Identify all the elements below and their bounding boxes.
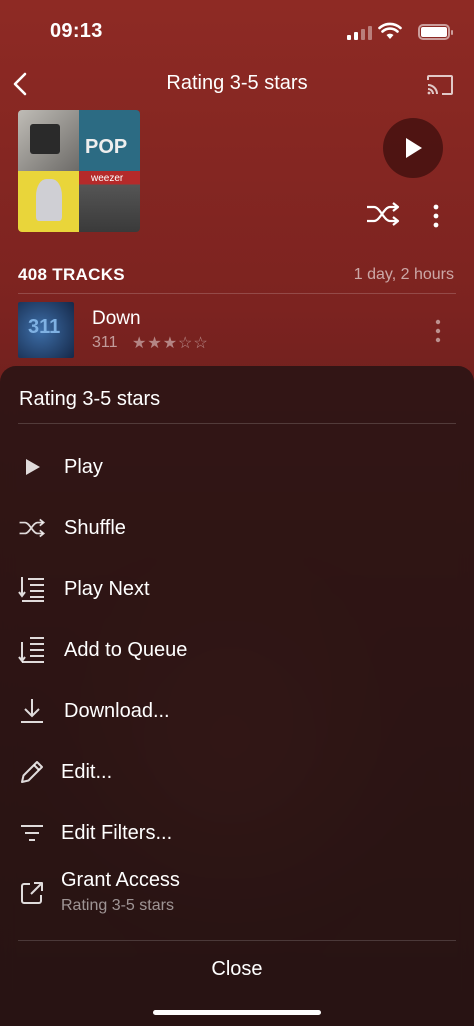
track-title: Down xyxy=(92,308,141,329)
status-bar: 09:13 xyxy=(0,0,474,62)
status-time: 09:13 xyxy=(50,20,103,42)
menu-item-edit-filters[interactable]: Edit Filters... xyxy=(0,808,474,858)
menu-item-label: Grant Access xyxy=(61,869,180,891)
add-to-queue-icon xyxy=(18,636,46,664)
play-icon xyxy=(18,453,46,481)
menu-item-shuffle[interactable]: Shuffle xyxy=(0,503,474,553)
more-options-icon[interactable] xyxy=(432,203,440,229)
page-title: Rating 3-5 stars xyxy=(166,72,308,94)
menu-item-label: Edit Filters... xyxy=(61,821,173,844)
menu-item-label: Play xyxy=(64,455,103,478)
action-sheet: Rating 3-5 stars Play Shuffle Play Next xyxy=(0,366,474,1026)
pencil-icon xyxy=(18,758,46,786)
play-icon xyxy=(406,138,422,158)
track-artist: 311 xyxy=(92,334,118,351)
playlist-duration: 1 day, 2 hours xyxy=(353,266,454,283)
album-cover xyxy=(79,110,140,171)
track-count: 408 TRACKS xyxy=(18,265,125,284)
menu-item-label: Edit... xyxy=(61,760,113,783)
menu-item-add-to-queue[interactable]: Add to Queue xyxy=(0,625,474,675)
wifi-icon xyxy=(378,22,402,39)
menu-item-sublabel: Rating 3-5 stars xyxy=(61,897,174,914)
play-next-icon xyxy=(18,575,46,603)
track-thumbnail xyxy=(18,302,74,358)
menu-item-play[interactable]: Play xyxy=(0,442,474,492)
cast-icon[interactable] xyxy=(426,74,454,96)
cellular-signal-icon xyxy=(347,26,372,40)
playlist-artwork xyxy=(18,110,140,232)
track-rating: ★★★☆☆ xyxy=(132,335,209,352)
divider xyxy=(18,940,456,941)
menu-item-label: Add to Queue xyxy=(64,638,188,661)
filter-icon xyxy=(18,819,46,847)
menu-item-label: Download... xyxy=(64,699,170,722)
download-icon xyxy=(18,697,46,725)
play-button[interactable] xyxy=(383,118,443,178)
shuffle-icon[interactable] xyxy=(365,200,401,228)
share-icon xyxy=(18,879,46,907)
menu-item-label: Play Next xyxy=(64,577,150,600)
album-cover xyxy=(79,171,140,232)
battery-icon xyxy=(418,24,453,40)
close-button[interactable]: Close xyxy=(0,958,474,981)
menu-item-download[interactable]: Download... xyxy=(0,686,474,736)
divider xyxy=(18,293,456,294)
home-indicator xyxy=(153,1010,321,1015)
track-more-icon[interactable] xyxy=(434,318,442,344)
menu-item-edit[interactable]: Edit... xyxy=(0,747,474,797)
album-cover xyxy=(18,110,79,171)
sheet-title: Rating 3-5 stars xyxy=(19,388,161,410)
album-cover xyxy=(18,171,79,232)
shuffle-icon xyxy=(18,514,46,542)
menu-item-play-next[interactable]: Play Next xyxy=(0,564,474,614)
menu-item-label: Shuffle xyxy=(64,516,126,539)
divider xyxy=(18,423,456,424)
